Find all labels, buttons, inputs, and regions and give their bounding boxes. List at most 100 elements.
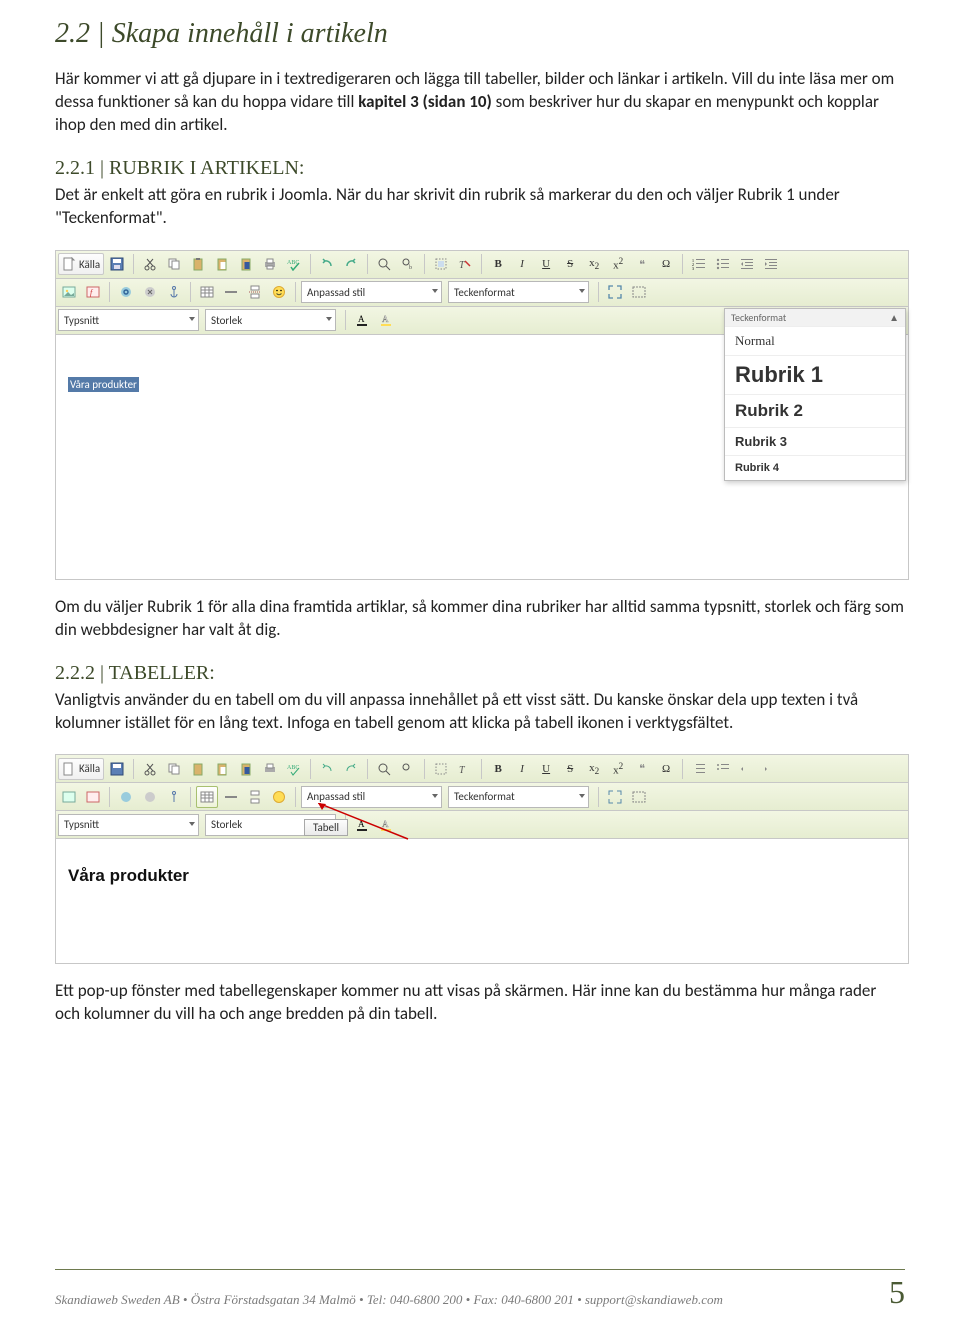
subscript-button[interactable]: x2 bbox=[583, 758, 605, 780]
font-size-select[interactable]: Storlek bbox=[205, 309, 336, 331]
link-button[interactable] bbox=[115, 786, 137, 808]
dropdown-option-rubrik3[interactable]: Rubrik 3 bbox=[725, 427, 905, 455]
blockquote-button[interactable]: ❝ bbox=[631, 253, 653, 275]
anchor-button[interactable] bbox=[163, 786, 185, 808]
paste-word-button[interactable] bbox=[235, 758, 257, 780]
remove-format-button[interactable]: T bbox=[454, 758, 476, 780]
source-button[interactable]: Källa bbox=[58, 758, 104, 780]
anchor-button[interactable] bbox=[163, 281, 185, 303]
image-button[interactable] bbox=[58, 786, 80, 808]
paste-button[interactable] bbox=[187, 253, 209, 275]
page-icon bbox=[62, 257, 76, 271]
underline-button[interactable]: U bbox=[535, 758, 557, 780]
bg-color-button[interactable]: A bbox=[375, 814, 397, 836]
specialchar-button[interactable]: Ω bbox=[655, 253, 677, 275]
italic-button[interactable]: I bbox=[511, 758, 533, 780]
superscript-button[interactable]: x2 bbox=[607, 758, 629, 780]
replace-button[interactable]: b bbox=[397, 253, 419, 275]
section-2-2-2-text: Vanligtvis använder du en tabell om du v… bbox=[55, 689, 905, 735]
style-select[interactable]: Anpassad stil bbox=[301, 786, 442, 808]
select-all-button[interactable] bbox=[430, 253, 452, 275]
replace-button[interactable] bbox=[397, 758, 419, 780]
blockquote-button[interactable]: ❝ bbox=[631, 758, 653, 780]
section-2-2-2-after: Ett pop-up fönster med tabellegenskaper … bbox=[55, 980, 905, 1026]
pagebreak-button[interactable] bbox=[244, 786, 266, 808]
bullet-list-button[interactable] bbox=[712, 758, 734, 780]
cut-button[interactable] bbox=[139, 253, 161, 275]
hr-button[interactable] bbox=[220, 281, 242, 303]
show-blocks-button[interactable] bbox=[628, 786, 650, 808]
paste-button[interactable] bbox=[187, 758, 209, 780]
unlink-button[interactable] bbox=[139, 786, 161, 808]
dropdown-option-normal[interactable]: Normal bbox=[725, 326, 905, 355]
spellcheck-button[interactable]: ABC bbox=[283, 253, 305, 275]
underline-button[interactable]: U bbox=[535, 253, 557, 275]
cut-button[interactable] bbox=[139, 758, 161, 780]
redo-button[interactable] bbox=[340, 758, 362, 780]
unlink-button[interactable] bbox=[139, 281, 161, 303]
undo-button[interactable] bbox=[316, 758, 338, 780]
specialchar-button[interactable]: Ω bbox=[655, 758, 677, 780]
undo-button[interactable] bbox=[316, 253, 338, 275]
pagebreak-button[interactable] bbox=[244, 281, 266, 303]
font-name-select[interactable]: Typsnitt bbox=[58, 309, 199, 331]
find-button[interactable] bbox=[373, 253, 395, 275]
sub-icon: x2 bbox=[589, 257, 599, 271]
italic-button[interactable]: I bbox=[511, 253, 533, 275]
subscript-button[interactable]: x2 bbox=[583, 253, 605, 275]
format-select[interactable]: Teckenformat bbox=[448, 786, 589, 808]
strike-button[interactable]: S bbox=[559, 253, 581, 275]
dropdown-option-rubrik4[interactable]: Rubrik 4 bbox=[725, 455, 905, 480]
maximize-button[interactable] bbox=[604, 786, 626, 808]
flash-button[interactable]: f bbox=[82, 281, 104, 303]
paste-text-button[interactable] bbox=[211, 758, 233, 780]
font-name-select[interactable]: Typsnitt bbox=[58, 814, 199, 836]
bullet-list-button[interactable] bbox=[712, 253, 734, 275]
save-button[interactable] bbox=[106, 253, 128, 275]
style-select[interactable]: Anpassad stil bbox=[301, 281, 442, 303]
quote-icon: ❝ bbox=[639, 258, 645, 271]
dropdown-option-rubrik2[interactable]: Rubrik 2 bbox=[725, 394, 905, 427]
text-color-button[interactable]: A bbox=[351, 309, 373, 331]
save-button[interactable] bbox=[106, 758, 128, 780]
numbered-list-button[interactable] bbox=[688, 758, 710, 780]
bold-button[interactable]: B bbox=[487, 253, 509, 275]
dropdown-option-rubrik1[interactable]: Rubrik 1 bbox=[725, 355, 905, 394]
print-button[interactable] bbox=[259, 758, 281, 780]
remove-format-button[interactable]: T bbox=[454, 253, 476, 275]
flash-button[interactable] bbox=[82, 786, 104, 808]
select-all-button[interactable] bbox=[430, 758, 452, 780]
table-button[interactable] bbox=[196, 281, 218, 303]
paste-text-button[interactable] bbox=[211, 253, 233, 275]
outdent-button[interactable] bbox=[736, 758, 758, 780]
strike-button[interactable]: S bbox=[559, 758, 581, 780]
smiley-button[interactable] bbox=[268, 786, 290, 808]
find-button[interactable] bbox=[373, 758, 395, 780]
editor-content-area[interactable]: Våra produkter bbox=[56, 839, 908, 963]
table-button-highlighted[interactable] bbox=[196, 786, 218, 808]
paste-word-button[interactable] bbox=[235, 253, 257, 275]
format-select[interactable]: Teckenformat bbox=[448, 281, 589, 303]
text-color-button[interactable]: A bbox=[351, 814, 373, 836]
bold-button[interactable]: B bbox=[487, 758, 509, 780]
smiley-button[interactable] bbox=[268, 281, 290, 303]
outdent-button[interactable] bbox=[736, 253, 758, 275]
hr-button[interactable] bbox=[220, 786, 242, 808]
indent-button[interactable] bbox=[760, 758, 782, 780]
copy-button[interactable] bbox=[163, 253, 185, 275]
show-blocks-button[interactable] bbox=[628, 281, 650, 303]
maximize-button[interactable] bbox=[604, 281, 626, 303]
link-button[interactable] bbox=[115, 281, 137, 303]
numbered-list-button[interactable]: 123 bbox=[688, 253, 710, 275]
print-button[interactable] bbox=[259, 253, 281, 275]
toolbar-row-2: Anpassad stil Teckenformat bbox=[56, 783, 908, 811]
copy-button[interactable] bbox=[163, 758, 185, 780]
spellcheck-button[interactable]: ABC bbox=[283, 758, 305, 780]
image-button[interactable] bbox=[58, 281, 80, 303]
source-button[interactable]: Källa bbox=[58, 253, 104, 275]
redo-button[interactable] bbox=[340, 253, 362, 275]
indent-button[interactable] bbox=[760, 253, 782, 275]
bg-color-button[interactable]: A bbox=[375, 309, 397, 331]
strike-icon: S bbox=[567, 258, 573, 270]
superscript-button[interactable]: x2 bbox=[607, 253, 629, 275]
